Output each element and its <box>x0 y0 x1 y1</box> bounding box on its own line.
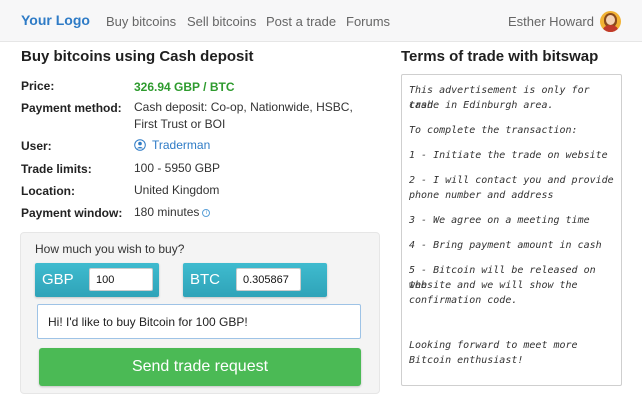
terms-line: 4 - Bring payment amount in cash <box>409 240 602 251</box>
nav-link-sell-bitcoins[interactable]: Sell bitcoins <box>187 14 256 29</box>
btc-amount-group: BTC 0.305867 <box>183 263 327 297</box>
price-label: Price: <box>21 79 55 93</box>
location-value: United Kingdom <box>134 183 220 197</box>
payment-window-row: 180 minutes i <box>134 204 211 220</box>
user-label: User: <box>21 139 52 153</box>
payment-method-value-line2: First Trust or BOI <box>134 117 226 131</box>
btc-currency-label: BTC <box>190 271 220 288</box>
price-value: 326.94 GBP / BTC <box>134 80 235 94</box>
terms-title: Terms of trade with bitswap <box>401 48 599 65</box>
terms-line: trade in Edinburgh area. <box>409 100 554 111</box>
nav-link-forums[interactable]: Forums <box>346 14 390 29</box>
nav-link-post-a-trade[interactable]: Post a trade <box>266 14 336 29</box>
payment-method-label: Payment method: <box>21 101 122 115</box>
logo[interactable]: Your Logo <box>21 12 90 28</box>
location-label: Location: <box>21 184 75 198</box>
send-trade-request-button[interactable]: Send trade request <box>39 348 361 386</box>
btc-amount-input[interactable]: 0.305867 <box>236 268 301 291</box>
terms-line: Bitcoin enthusiast! <box>409 355 524 366</box>
gbp-amount-input[interactable]: 100 <box>89 268 153 291</box>
user-name[interactable]: Esther Howard <box>508 14 594 29</box>
terms-line: website and we will show the <box>409 280 578 291</box>
user-link-traderman[interactable]: Traderman <box>152 137 210 153</box>
trade-limits-value: 100 - 5950 GBP <box>134 161 221 175</box>
payment-window-label: Payment window: <box>21 206 123 220</box>
message-input[interactable]: Hi! I'd like to buy Bitcoin for 100 GBP! <box>37 304 361 339</box>
terms-line: 2 - I will contact you and provide <box>409 175 614 186</box>
buy-form: How much you wish to buy? GBP 100 BTC 0.… <box>20 232 380 394</box>
page-title: Buy bitcoins using Cash deposit <box>21 48 254 65</box>
avatar[interactable] <box>600 11 621 32</box>
payment-method-value-line1: Cash deposit: Co-op, Nationwide, HSBC, <box>134 100 353 114</box>
terms-line: phone number and address <box>409 190 554 201</box>
top-navbar: Your Logo Buy bitcoins Sell bitcoins Pos… <box>0 0 642 42</box>
terms-box[interactable]: This advertisement is only for cash trad… <box>401 74 622 386</box>
terms-line: To complete the transaction: <box>409 125 578 136</box>
user-icon <box>134 139 146 151</box>
payment-window-value: 180 minutes <box>134 205 200 219</box>
trade-limits-label: Trade limits: <box>21 162 92 176</box>
gbp-amount-group: GBP 100 <box>35 263 159 297</box>
terms-line: Looking forward to meet more <box>409 340 578 351</box>
terms-line: 1 - Initiate the trade on website <box>409 150 608 161</box>
nav-link-buy-bitcoins[interactable]: Buy bitcoins <box>106 14 176 29</box>
terms-line: confirmation code. <box>409 295 518 306</box>
gbp-currency-label: GBP <box>42 271 74 288</box>
terms-line: 3 - We agree on a meeting time <box>409 215 590 226</box>
info-icon[interactable]: i <box>202 208 211 217</box>
buy-amount-question: How much you wish to buy? <box>35 242 185 256</box>
